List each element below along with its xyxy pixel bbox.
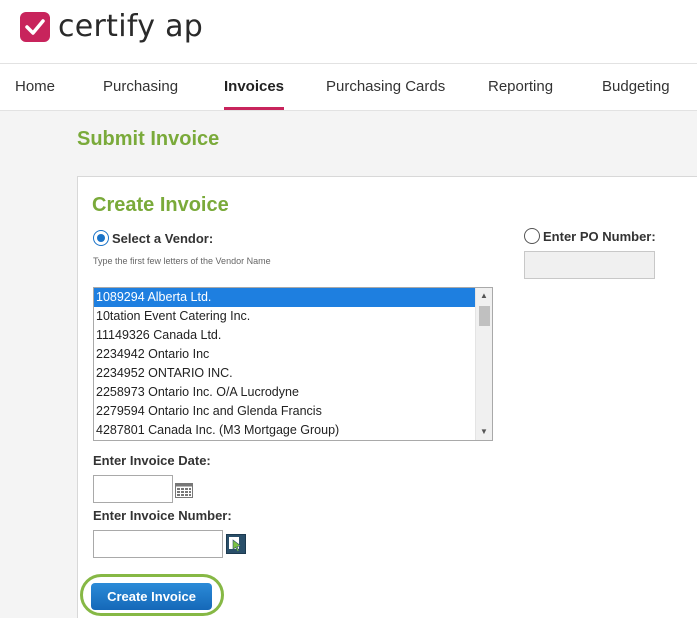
vendor-options: 1089294 Alberta Ltd. 10tation Event Cater… <box>94 288 492 440</box>
invoice-date-input[interactable] <box>93 475 173 503</box>
scroll-down-icon[interactable]: ▼ <box>476 424 492 440</box>
create-invoice-button[interactable]: Create Invoice <box>91 583 212 610</box>
calendar-icon[interactable] <box>175 482 193 498</box>
vendor-option[interactable]: 1089294 Alberta Ltd. <box>94 288 476 307</box>
scroll-up-icon[interactable]: ▲ <box>476 288 492 304</box>
nav-budgeting[interactable]: Budgeting <box>602 64 670 110</box>
lookup-icon[interactable] <box>226 534 246 554</box>
checkmark-logo-icon <box>20 12 50 42</box>
vendor-option[interactable]: 10tation Event Catering Inc. <box>94 307 476 326</box>
invoice-number-input[interactable] <box>93 530 223 558</box>
logo-text: certify ap <box>58 9 204 44</box>
vendor-option[interactable]: 2234942 Ontario Inc <box>94 345 476 364</box>
enter-po-label: Enter PO Number: <box>543 228 656 244</box>
logo[interactable]: certify ap <box>20 12 203 42</box>
vendor-hint: Type the first few letters of the Vendor… <box>93 256 271 266</box>
select-vendor-radio[interactable] <box>93 230 109 246</box>
enter-po-radio[interactable] <box>524 228 540 244</box>
po-number-input[interactable] <box>524 251 655 279</box>
vendor-option[interactable]: 2279594 Ontario Inc and Glenda Francis <box>94 402 476 421</box>
form-title: Create Invoice <box>92 194 229 216</box>
header: certify ap <box>0 0 697 63</box>
select-vendor-label: Select a Vendor: <box>112 230 214 246</box>
vendor-option[interactable]: 2258973 Ontario Inc. O/A Lucrodyne <box>94 383 476 402</box>
invoice-number-label: Enter Invoice Number: <box>93 508 232 523</box>
enter-po-option[interactable]: Enter PO Number: <box>524 228 656 244</box>
vendor-option[interactable]: 2234952 ONTARIO INC. <box>94 364 476 383</box>
page-title: Submit Invoice <box>77 128 220 150</box>
vendor-option[interactable]: 11149326 Canada Ltd. <box>94 326 476 345</box>
vendor-list-scrollbar[interactable]: ▲ ▼ <box>475 288 492 440</box>
vendor-option[interactable]: 4287801 Canada Inc. (M3 Mortgage Group) <box>94 421 476 440</box>
select-vendor-option[interactable]: Select a Vendor: <box>93 230 213 246</box>
scroll-thumb[interactable] <box>479 306 490 326</box>
invoice-date-label: Enter Invoice Date: <box>93 453 211 468</box>
nav-home[interactable]: Home <box>15 64 55 110</box>
nav-purchasing-cards[interactable]: Purchasing Cards <box>326 64 445 110</box>
main-nav: Home Purchasing Invoices Purchasing Card… <box>0 63 697 111</box>
vendor-listbox[interactable]: 1089294 Alberta Ltd. 10tation Event Cater… <box>93 287 493 441</box>
nav-reporting[interactable]: Reporting <box>488 64 553 110</box>
nav-purchasing[interactable]: Purchasing <box>103 64 178 110</box>
nav-invoices[interactable]: Invoices <box>224 64 285 110</box>
